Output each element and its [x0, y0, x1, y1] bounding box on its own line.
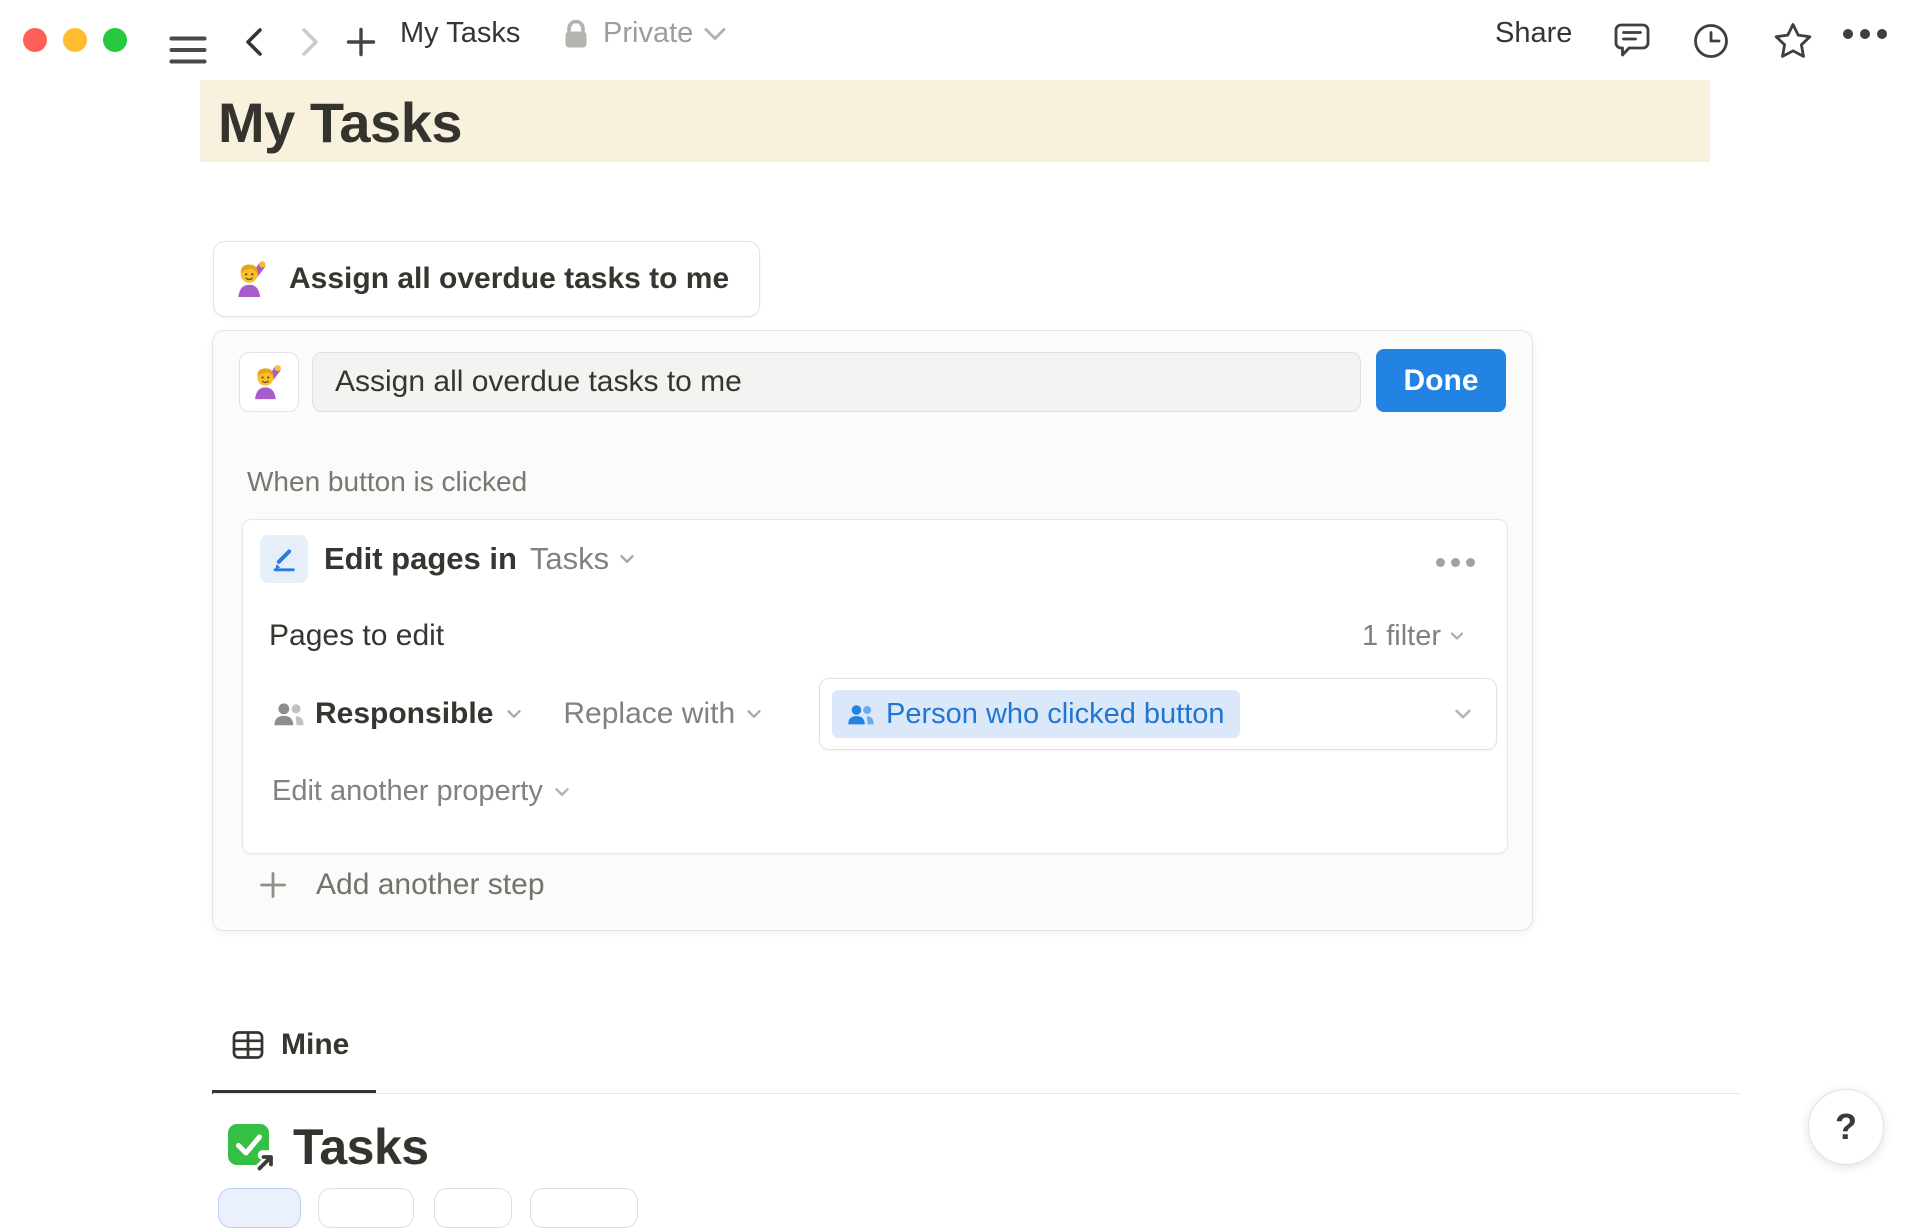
automation-button[interactable]: Assign all overdue tasks to me	[213, 241, 760, 317]
button-name-input[interactable]	[312, 352, 1361, 412]
raising-hand-emoji-icon	[234, 260, 272, 298]
step-target-dropdown[interactable]: Tasks	[530, 541, 638, 577]
window-controls[interactable]	[23, 28, 127, 52]
edit-pages-icon-tile	[260, 535, 308, 583]
window-minimize-button[interactable]	[63, 28, 87, 52]
property-dropdown[interactable]: Responsible	[273, 697, 525, 731]
window-zoom-button[interactable]	[103, 28, 127, 52]
privacy-dropdown[interactable]: Private	[603, 0, 693, 66]
done-button[interactable]: Done	[1376, 349, 1506, 412]
chip-label: Person who clicked button	[886, 698, 1225, 731]
lock-icon	[563, 19, 589, 49]
page-title-banner: My Tasks	[200, 80, 1710, 162]
check-mark-emoji-icon	[226, 1122, 276, 1172]
more-options-icon[interactable]	[1842, 28, 1888, 40]
favorite-star-icon[interactable]	[1772, 21, 1814, 61]
window-close-button[interactable]	[23, 28, 47, 52]
updates-clock-icon[interactable]	[1691, 21, 1731, 61]
view-tab-mine[interactable]: Mine	[231, 1028, 349, 1062]
chevron-down-icon	[551, 781, 573, 803]
breadcrumb-page-title[interactable]: My Tasks	[400, 0, 520, 66]
step-more-options-icon[interactable]	[1436, 558, 1475, 567]
trigger-label: When button is clicked	[247, 466, 527, 498]
raising-hand-emoji-icon	[251, 364, 287, 400]
sidebar-menu-icon[interactable]	[169, 36, 207, 64]
edit-pencil-icon	[269, 544, 299, 574]
step-action-label: Edit pages in	[324, 541, 517, 577]
step-target-label: Tasks	[530, 541, 609, 577]
table-view-icon	[231, 1028, 265, 1062]
people-icon	[273, 701, 305, 727]
view-tab-mine-label: Mine	[281, 1028, 349, 1062]
plus-icon	[258, 870, 288, 900]
comments-icon[interactable]	[1611, 20, 1653, 60]
filter-count-label: 1 filter	[1362, 620, 1441, 653]
pages-to-edit-label: Pages to edit	[269, 619, 444, 653]
automation-step-card: Edit pages in Tasks Pages to edit 1 filt…	[242, 519, 1508, 854]
back-icon[interactable]	[240, 24, 268, 60]
tabs-divider	[213, 1093, 1740, 1094]
chevron-down-icon	[1447, 626, 1467, 646]
add-another-step-button[interactable]: Add another step	[258, 863, 545, 907]
chevron-down-icon[interactable]	[703, 27, 727, 41]
operation-label: Replace with	[563, 697, 735, 731]
help-button[interactable]: ?	[1808, 1089, 1884, 1165]
automation-button-label: Assign all overdue tasks to me	[289, 262, 729, 296]
database-heading: Tasks	[226, 1118, 429, 1176]
db-control-pill-active[interactable]	[218, 1188, 301, 1228]
chevron-down-icon	[1450, 701, 1476, 727]
chevron-down-icon	[616, 548, 638, 570]
new-page-icon[interactable]	[344, 25, 378, 59]
value-select[interactable]: Person who clicked button	[819, 678, 1497, 750]
chevron-down-icon	[743, 703, 765, 725]
button-emoji-picker[interactable]	[239, 352, 299, 412]
edit-another-property-button[interactable]: Edit another property	[272, 775, 573, 808]
forward-icon[interactable]	[296, 24, 324, 60]
property-name-label: Responsible	[315, 697, 493, 731]
edit-another-property-label: Edit another property	[272, 775, 543, 808]
person-who-clicked-chip[interactable]: Person who clicked button	[832, 690, 1240, 738]
button-editor-panel: Done When button is clicked Edit pages i…	[212, 330, 1533, 931]
operation-dropdown[interactable]: Replace with	[563, 697, 765, 731]
chevron-down-icon	[503, 703, 525, 725]
window-titlebar: My Tasks Private Share	[0, 0, 1920, 66]
page-title[interactable]: My Tasks	[218, 80, 462, 162]
filter-dropdown[interactable]: 1 filter	[1362, 620, 1467, 653]
database-title[interactable]: Tasks	[293, 1118, 429, 1176]
share-button[interactable]: Share	[1495, 0, 1572, 66]
db-control-pill[interactable]	[434, 1188, 512, 1228]
db-control-pill[interactable]	[318, 1188, 414, 1228]
people-icon	[847, 703, 875, 726]
db-control-pill[interactable]	[530, 1188, 638, 1228]
add-another-step-label: Add another step	[316, 868, 545, 902]
